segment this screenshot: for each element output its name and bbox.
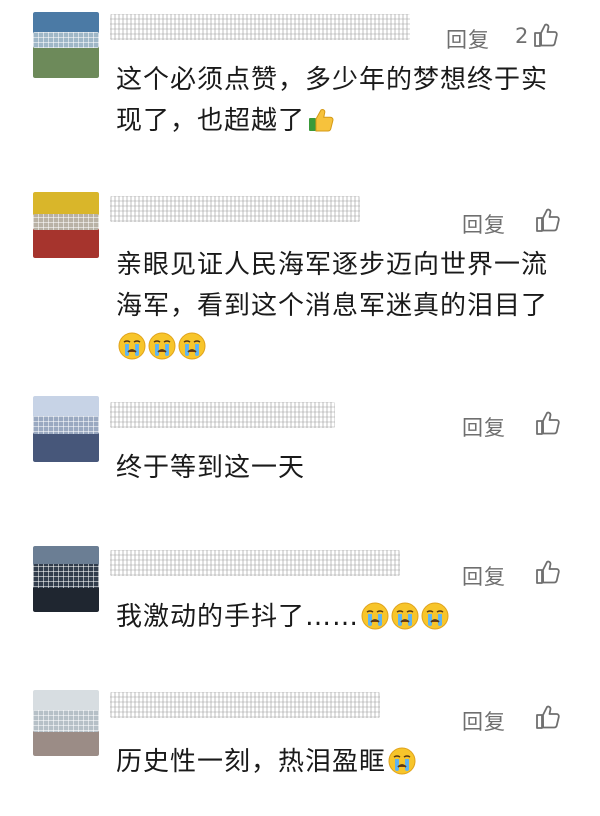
comment-text: 终于等到这一天: [116, 448, 556, 489]
crying-face-emoji-icon: [361, 602, 389, 630]
comment-body: 亲眼见证人民海军逐步迈向世界一流海军，看到这个消息军迷真的泪目了: [116, 250, 549, 321]
comment-text: 历史性一刻，热泪盈眶: [116, 742, 556, 783]
thumbs-up-emoji-icon: [307, 106, 335, 134]
crying-face-emoji-icon: [388, 747, 416, 775]
thumbs-up-icon[interactable]: [533, 22, 559, 48]
thumbs-up-icon[interactable]: [535, 207, 561, 233]
reply-button[interactable]: 回复: [462, 209, 506, 239]
reply-button[interactable]: 回复: [446, 24, 490, 54]
comment-body: 终于等到这一天: [116, 453, 306, 483]
thumbs-up-icon[interactable]: [535, 410, 561, 436]
avatar[interactable]: [33, 546, 99, 612]
comment-text: 亲眼见证人民海军逐步迈向世界一流海军，看到这个消息军迷真的泪目了: [116, 245, 556, 368]
crying-face-emoji-icon: [148, 332, 176, 360]
reply-button[interactable]: 回复: [462, 561, 506, 591]
like-count: 2: [515, 24, 529, 48]
username-blurred[interactable]: [110, 692, 380, 718]
comment-body: 历史性一刻，热泪盈眶: [116, 747, 387, 777]
username-blurred[interactable]: [110, 196, 360, 222]
username-blurred[interactable]: [110, 550, 400, 576]
avatar[interactable]: [33, 192, 99, 258]
username-blurred[interactable]: [110, 402, 335, 428]
username-blurred[interactable]: [110, 14, 410, 40]
reply-button[interactable]: 回复: [462, 412, 506, 442]
crying-face-emoji-icon: [118, 332, 146, 360]
thumbs-up-icon[interactable]: [535, 559, 561, 585]
comment-text: 这个必须点赞，多少年的梦想终于实现了，也超越了: [116, 60, 556, 142]
avatar[interactable]: [33, 690, 99, 756]
crying-face-emoji-icon: [421, 602, 449, 630]
crying-face-emoji-icon: [391, 602, 419, 630]
thumbs-up-icon[interactable]: [535, 704, 561, 730]
comment-text: 我激动的手抖了……: [116, 597, 556, 638]
comment-body: 我激动的手抖了……: [116, 602, 360, 632]
reply-button[interactable]: 回复: [462, 706, 506, 736]
crying-face-emoji-icon: [178, 332, 206, 360]
avatar[interactable]: [33, 396, 99, 462]
avatar[interactable]: [33, 12, 99, 78]
